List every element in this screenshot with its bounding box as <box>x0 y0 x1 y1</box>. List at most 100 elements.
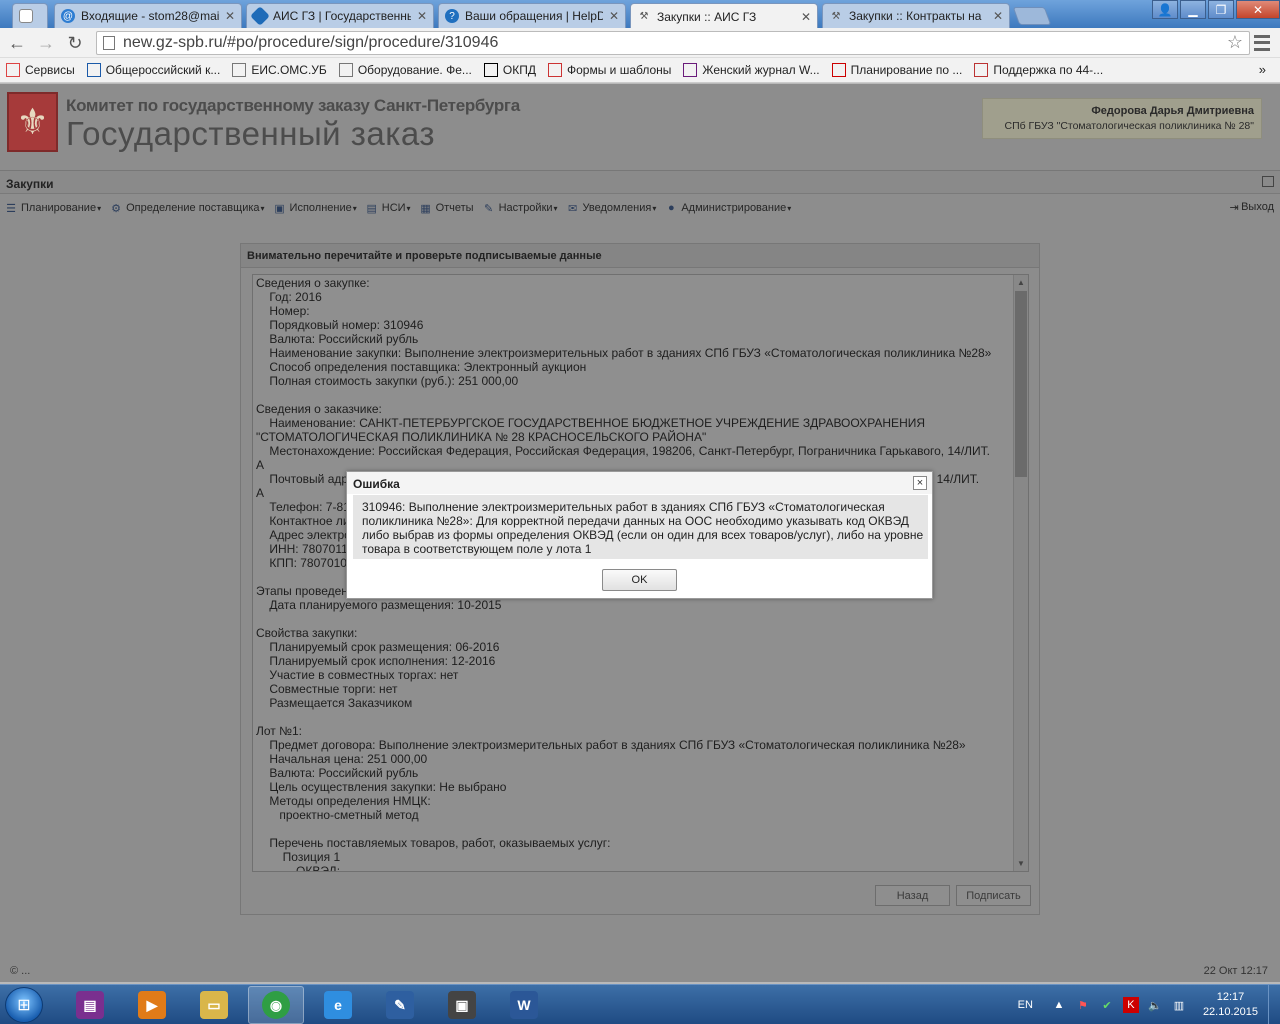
sign-button[interactable]: Подписать <box>956 885 1031 906</box>
bookmark-label: ЕИС.ОМС.УБ <box>251 63 327 77</box>
menu-item[interactable]: ✎ Настройки ▾ <box>482 201 558 215</box>
scroll-up-icon[interactable]: ▲ <box>1017 278 1025 287</box>
bookmark-item[interactable]: ОКПД <box>483 63 536 77</box>
taskbar-app-crypto[interactable]: ✎ <box>372 986 428 1024</box>
more-bookmarks-button[interactable]: » <box>1259 62 1266 77</box>
start-button[interactable]: ⊞ <box>5 987 43 1023</box>
main-menu: ☰ Планирование ▾ ⚙ Определение поставщика ▾ ▣ И… <box>0 195 1280 221</box>
chevron-down-icon: ▾ <box>352 203 357 213</box>
menu-item[interactable]: ⚙ Определение поставщика ▾ <box>109 201 264 215</box>
winrar-icon: ▤ <box>76 991 104 1019</box>
new-tab-button[interactable] <box>1012 7 1052 25</box>
scroll-down-icon[interactable]: ▼ <box>1017 859 1025 868</box>
document-line: Цель осуществления закупки: Не выбрано <box>256 780 507 794</box>
bookmark-star-icon[interactable]: ☆ <box>1227 32 1243 53</box>
user-info[interactable]: Федорова Дарья Дмитриевна СПб ГБУЗ "Стом… <box>982 98 1262 139</box>
shield-icon[interactable]: ✔ <box>1099 997 1115 1013</box>
page-icon <box>103 36 115 50</box>
show-desktop-button[interactable] <box>1268 985 1280 1024</box>
minimize-button[interactable]: ▁ <box>1180 0 1206 19</box>
bookmark-item[interactable]: Формы и шаблоны <box>547 63 671 77</box>
bookmark-item[interactable]: Женский журнал W... <box>683 63 820 77</box>
scrollbar-thumb[interactable] <box>1015 291 1027 477</box>
taskbar-app-movie[interactable]: ▣ <box>434 986 490 1024</box>
bookmark-item[interactable]: Оборудование. Фе... <box>338 63 472 77</box>
bookmark-item[interactable]: Поддержка по 44-... <box>974 63 1103 77</box>
reload-icon[interactable]: ↻ <box>64 32 86 54</box>
taskbar-app-chrome[interactable]: ◉ <box>248 986 304 1024</box>
close-icon[interactable]: ✕ <box>225 9 235 23</box>
document-line: Сведения о закупке: <box>256 276 370 290</box>
tab-contracts[interactable]: ⚒ Закупки :: Контракты на ✕ <box>822 3 1010 28</box>
bookmark-item[interactable]: Общероссийский к... <box>86 63 220 77</box>
user-icon[interactable]: 👤 <box>1152 0 1178 19</box>
bookmark-label: Женский журнал W... <box>702 63 820 77</box>
tab-ais[interactable]: АИС ГЗ | Государственны ✕ <box>246 3 434 28</box>
bookmark-item[interactable]: ЕИС.ОМС.УБ <box>232 63 327 77</box>
menu-item-label: Настройки <box>498 202 553 214</box>
address-bar[interactable]: new.gz-spb.ru/#po/procedure/sign/procedu… <box>96 31 1250 55</box>
supplier-icon: ⚙ <box>111 202 122 215</box>
ok-button[interactable]: OK <box>602 569 677 591</box>
language-indicator[interactable]: EN <box>1018 999 1033 1011</box>
menu-item[interactable]: ✉ Уведомления ▾ <box>566 201 656 215</box>
target-icon <box>547 63 562 77</box>
taskbar-app-word[interactable]: W <box>496 986 552 1024</box>
vertical-scrollbar[interactable]: ▲ ▼ <box>1013 275 1028 871</box>
volume-icon[interactable]: 🔈 <box>1147 997 1163 1013</box>
close-icon[interactable]: ✕ <box>417 9 427 23</box>
taskbar-app-ie[interactable]: e <box>310 986 366 1024</box>
menu-item-label: НСИ <box>381 202 406 214</box>
chevron-down-icon: ▾ <box>787 203 792 213</box>
taskbar-app-explorer[interactable]: ▭ <box>186 986 242 1024</box>
flag-icon[interactable]: ⚑ <box>1075 997 1091 1013</box>
document-line: Порядковый номер: 310946 <box>256 318 424 332</box>
tab-helpdesk[interactable]: ? Ваши обращения | HelpD ✕ <box>438 3 626 28</box>
taskbar-app-media-player[interactable]: ▶ <box>124 986 180 1024</box>
tab-blank[interactable] <box>12 3 48 28</box>
taskbar-app-winrar[interactable]: ▤ <box>62 986 118 1024</box>
copyright-text: © ... <box>10 965 31 977</box>
close-icon[interactable]: ✕ <box>993 9 1003 23</box>
exit-label: Выход <box>1241 201 1274 213</box>
tab-mail[interactable]: @ Входящие - stom28@mai ✕ <box>54 3 242 28</box>
tab-zakupki-active[interactable]: ⚒ Закупки :: АИС ГЗ ✕ <box>630 3 818 29</box>
maximize-button[interactable]: ❐ <box>1208 0 1234 19</box>
url-text: new.gz-spb.ru/#po/procedure/sign/procedu… <box>123 34 499 51</box>
chrome-menu-icon[interactable] <box>1254 33 1270 53</box>
document-line: Предмет договора: Выполнение электроизме… <box>256 738 966 752</box>
menu-item[interactable]: ▣ Исполнение ▾ <box>273 201 357 215</box>
clock[interactable]: 12:17 22.10.2015 <box>1203 990 1258 1020</box>
bookmark-label: Сервисы <box>25 63 75 77</box>
menu-item[interactable]: ▤ НСИ ▾ <box>365 201 411 215</box>
word-icon: W <box>510 991 538 1019</box>
close-icon[interactable]: × <box>913 476 927 490</box>
back-button[interactable]: Назад <box>875 885 950 906</box>
pen-icon: ✎ <box>386 991 414 1019</box>
show-hidden-icons-icon[interactable]: ▲ <box>1051 997 1067 1013</box>
bookmark-item[interactable]: Планирование по ... <box>831 63 962 77</box>
menu-item[interactable]: ☰ Планирование ▾ <box>4 201 101 215</box>
close-icon[interactable]: ✕ <box>609 9 619 23</box>
document-line: Планируемый срок исполнения: 12-2016 <box>256 654 496 668</box>
window-close-button[interactable]: ✕ <box>1236 0 1280 19</box>
document-line: Валюта: Российский рубль <box>256 332 419 346</box>
bookmark-label: ОКПД <box>502 63 536 77</box>
bookmark-item[interactable]: Сервисы <box>6 63 75 77</box>
document-line: Перечень поставляемых товаров, работ, ок… <box>256 836 611 850</box>
close-icon[interactable]: ✕ <box>801 10 811 24</box>
network-icon[interactable]: ▥ <box>1171 997 1187 1013</box>
menu-item[interactable]: ● Администрирование ▾ <box>664 201 791 215</box>
forward-arrow-icon[interactable]: → <box>35 32 57 54</box>
antivirus-icon[interactable]: K <box>1122 997 1139 1013</box>
media-player-icon: ▶ <box>138 991 166 1019</box>
tab-label: Входящие - stom28@mai <box>81 9 219 23</box>
back-arrow-icon[interactable]: ← <box>6 32 28 54</box>
system-tray: EN ▲ ⚑ ✔ K 🔈 ▥ 12:17 22.10.2015 <box>1018 985 1280 1024</box>
collapse-icon[interactable] <box>1262 176 1274 187</box>
exit-button[interactable]: ⇥ Выход <box>1227 200 1274 214</box>
menu-item[interactable]: ▦ Отчеты <box>419 201 474 215</box>
menu-item-label: Отчеты <box>435 202 474 214</box>
spb-emblem-icon: ⚜ <box>7 92 58 152</box>
